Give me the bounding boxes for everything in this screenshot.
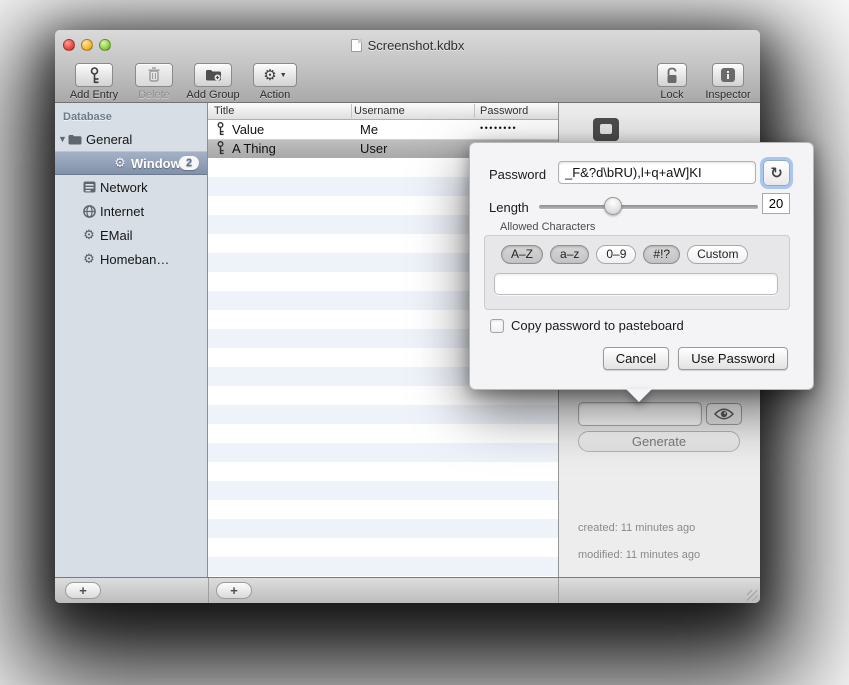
- delete-label: Delete: [138, 89, 170, 101]
- globe-icon: [82, 205, 96, 218]
- popover-buttons: Cancel Use Password: [603, 347, 788, 370]
- add-group-plus-button[interactable]: +: [65, 582, 101, 599]
- column-header-password[interactable]: Password: [480, 105, 528, 117]
- inspector-password-field[interactable]: [578, 402, 702, 426]
- gear-icon: ⚙: [113, 157, 127, 170]
- sidebar: Database ▼ General ⚙ Windows 2 Network: [55, 103, 208, 577]
- toggle-digits[interactable]: 0–9: [596, 245, 636, 264]
- cell-title: A Thing: [232, 141, 276, 156]
- add-entry-button[interactable]: Add Entry: [63, 63, 125, 101]
- info-icon: [720, 67, 736, 83]
- generate-button[interactable]: Generate: [578, 431, 740, 452]
- action-button[interactable]: ⚙ ▼ Action: [247, 63, 303, 101]
- chevron-down-icon: ▼: [280, 72, 287, 79]
- sidebar-item-internet[interactable]: Internet: [55, 199, 207, 223]
- allowed-characters-box: A–Z a–z 0–9 #!? Custom: [484, 235, 790, 310]
- resize-grip[interactable]: [747, 590, 758, 601]
- sidebar-group-header: Database: [63, 111, 112, 123]
- pane-divider: [558, 578, 559, 603]
- action-label: Action: [260, 89, 291, 101]
- entry-image-icon[interactable]: [593, 118, 619, 141]
- gear-icon: ⚙: [263, 68, 276, 83]
- cell-title: Value: [232, 122, 264, 137]
- sidebar-item-windows[interactable]: ⚙ Windows 2: [55, 151, 207, 175]
- delete-button: Delete: [127, 63, 181, 101]
- cell-password-masked: ••••••••: [480, 123, 517, 133]
- length-label: Length: [489, 200, 529, 215]
- table-header: Title Username Password: [208, 103, 558, 120]
- length-value-field[interactable]: [762, 193, 790, 214]
- generated-password-field[interactable]: [558, 161, 756, 184]
- column-divider[interactable]: [351, 104, 352, 118]
- window-title-area: Screenshot.kdbx: [55, 30, 760, 60]
- eye-icon: [714, 408, 734, 420]
- key-icon: [216, 122, 225, 136]
- key-icon: [88, 67, 101, 84]
- trash-icon: [147, 67, 161, 83]
- copy-password-row: Copy password to pasteboard: [490, 318, 684, 333]
- disclosure-triangle-icon[interactable]: ▼: [58, 134, 67, 144]
- password-generator-popover: Password ↻ Length Allowed Characters A–Z…: [469, 142, 814, 390]
- allowed-characters-label: Allowed Characters: [500, 221, 595, 233]
- sidebar-item-label: General: [86, 132, 132, 147]
- copy-password-label: Copy password to pasteboard: [511, 318, 684, 333]
- show-password-button[interactable]: [706, 403, 742, 425]
- sidebar-item-homebanking[interactable]: ⚙ Homeban…: [55, 247, 207, 271]
- character-class-toggles: A–Z a–z 0–9 #!? Custom: [501, 245, 748, 264]
- unlock-icon: [665, 67, 679, 84]
- toggle-symbols[interactable]: #!?: [643, 245, 680, 264]
- copy-password-checkbox[interactable]: [490, 319, 504, 333]
- inspector-label: Inspector: [705, 89, 750, 101]
- toggle-custom[interactable]: Custom: [687, 245, 748, 264]
- network-icon: [82, 181, 96, 193]
- toggle-uppercase[interactable]: A–Z: [501, 245, 543, 264]
- sidebar-item-email[interactable]: ⚙ EMail: [55, 223, 207, 247]
- key-icon: [216, 141, 225, 155]
- length-slider[interactable]: [539, 198, 758, 214]
- custom-characters-field[interactable]: [494, 273, 778, 295]
- cancel-button[interactable]: Cancel: [603, 347, 669, 370]
- add-entry-label: Add Entry: [70, 89, 118, 101]
- lock-label: Lock: [660, 89, 683, 101]
- toggle-lowercase[interactable]: a–z: [550, 245, 589, 264]
- slider-thumb[interactable]: [604, 197, 622, 215]
- add-group-label: Add Group: [186, 89, 239, 101]
- sidebar-item-general[interactable]: ▼ General: [55, 127, 207, 151]
- sidebar-item-label: Network: [100, 180, 148, 195]
- count-badge: 2: [179, 156, 199, 170]
- regenerate-button[interactable]: ↻: [763, 160, 790, 186]
- window-title: Screenshot.kdbx: [368, 38, 465, 53]
- password-label: Password: [489, 167, 546, 182]
- titlebar[interactable]: Screenshot.kdbx: [55, 30, 760, 60]
- sidebar-item-label: EMail: [100, 228, 133, 243]
- use-password-button[interactable]: Use Password: [678, 347, 788, 370]
- lock-button[interactable]: Lock: [647, 63, 697, 101]
- inspector-button[interactable]: Inspector: [699, 63, 757, 101]
- folder-icon: [68, 134, 82, 145]
- column-divider[interactable]: [474, 104, 475, 118]
- pane-divider: [208, 578, 209, 603]
- toolbar: Add Entry Delete Add Group ⚙ ▼ Actio: [55, 60, 760, 103]
- bottom-bar: + +: [55, 577, 760, 603]
- sidebar-item-network[interactable]: Network: [55, 175, 207, 199]
- sidebar-item-label: Homeban…: [100, 252, 169, 267]
- column-header-title[interactable]: Title: [214, 105, 234, 117]
- slider-track[interactable]: [539, 205, 758, 209]
- gear-icon: ⚙: [82, 253, 96, 266]
- sidebar-item-label: Internet: [100, 204, 144, 219]
- add-group-button[interactable]: Add Group: [181, 63, 245, 101]
- cell-username: Me: [360, 122, 378, 137]
- document-proxy-icon: [351, 39, 362, 52]
- add-entry-plus-button[interactable]: +: [216, 582, 252, 599]
- gear-icon: ⚙: [82, 229, 96, 242]
- table-row[interactable]: Value Me ••••••••: [208, 120, 558, 139]
- modified-timestamp: modified: 11 minutes ago: [578, 549, 700, 561]
- cell-username: User: [360, 141, 387, 156]
- created-timestamp: created: 11 minutes ago: [578, 522, 695, 534]
- popover-arrow: [626, 389, 652, 402]
- column-header-username[interactable]: Username: [354, 105, 405, 117]
- folder-plus-icon: [205, 68, 222, 82]
